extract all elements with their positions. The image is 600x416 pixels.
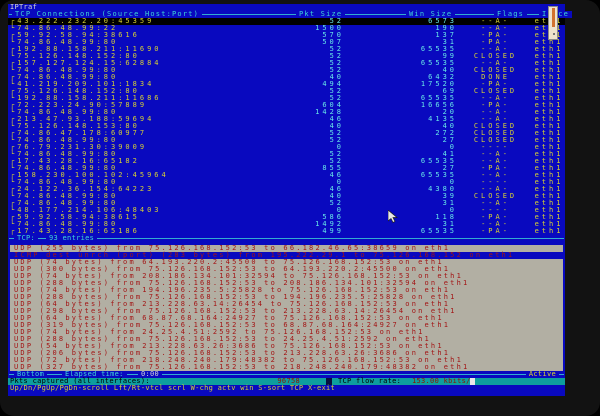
win-size-cell: 65535 [344,46,457,53]
win-size-cell: 137 [344,32,457,39]
keyboard-shortcuts-bar: Up/Dn/PgUp/PgDn-scroll Lft/Rt-vtcl scrl … [8,385,565,392]
win-size-cell: 39 [344,193,457,200]
win-size-cell: 16656 [344,102,457,109]
tcp-connections-list[interactable]: ┌43.222.232.20:45359526573--A-eth1└74.86… [8,18,565,235]
packet-log-window[interactable]: UDP (255 bytes) from 75.126.168.152:53 t… [10,245,563,371]
iface-cell: eth1 [534,228,564,235]
win-size-cell: 65535 [344,228,457,235]
win-size-cell: 4135 [344,116,457,123]
active-window-badge: Active [526,371,559,378]
win-size-cell: 65535 [344,60,457,67]
win-size-cell: 65535 [344,158,457,165]
win-size-cell: 27 [344,137,457,144]
win-size-cell: 0 [344,144,457,151]
tcp-flow-rate-label: TCP flow rate: [338,378,401,385]
mouse-cursor-icon [388,210,398,225]
flags-cell: -PA- [457,228,534,235]
tcp-window-footer: TCP: 93 entries [8,235,565,242]
iptraf-terminal: IPTraf TCP Connections (Source Host:Port… [8,4,565,396]
tcp-flow-rate-value: 153.00 kbits/s [412,378,475,385]
win-size-cell: 65535 [344,172,457,179]
win-size-cell: 272 [344,130,457,137]
terminal-window-frame: IPTraf TCP Connections (Source Host:Port… [0,0,600,416]
win-size-cell: 17520 [344,81,457,88]
win-size-cell: 4380 [344,186,457,193]
win-size-cell: 31 [344,200,457,207]
scrollbar-thumb[interactable] [548,6,558,40]
text-cursor [470,378,475,385]
tcp-footer-label: TCP: [14,235,38,242]
pkt-size-cell: 499 [300,228,344,235]
tcp-entries-count: 93 entries [46,235,97,242]
win-size-cell: 118 [344,214,457,221]
